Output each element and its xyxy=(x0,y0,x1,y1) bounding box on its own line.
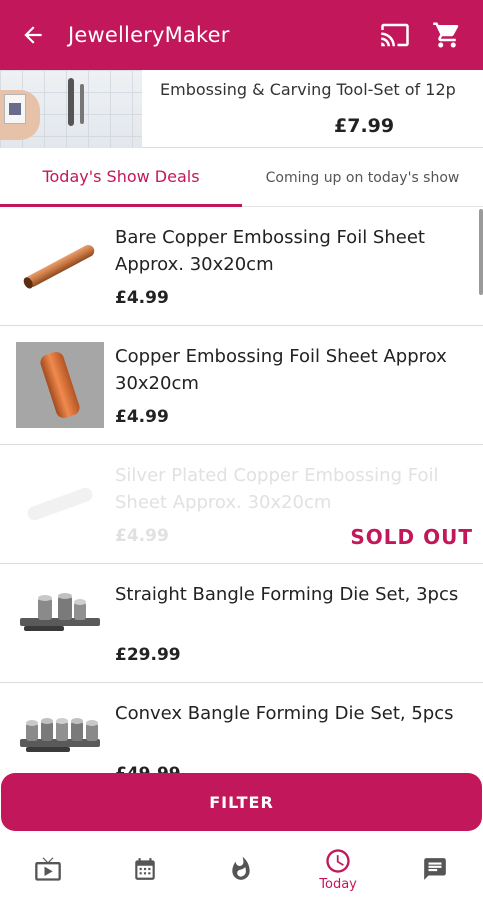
app-bar: JewelleryMaker xyxy=(0,0,483,70)
calendar-icon xyxy=(135,858,155,880)
list-item[interactable]: Straight Bangle Forming Die Set, 3pcs £2… xyxy=(0,564,483,683)
product-image xyxy=(20,718,100,752)
nav-item-today[interactable]: Today xyxy=(290,838,387,900)
flame-icon xyxy=(232,856,251,880)
cast-button[interactable] xyxy=(373,0,417,70)
chat-icon xyxy=(423,858,446,880)
product-image xyxy=(27,487,93,521)
product-name: Silver Plated Copper Embossing Foil Shee… xyxy=(115,465,439,513)
clock-icon xyxy=(326,848,350,873)
filter-button[interactable]: FILTER xyxy=(1,773,482,831)
product-image xyxy=(23,244,95,289)
current-item-price: £7.99 xyxy=(334,115,395,137)
back-button[interactable] xyxy=(8,0,58,70)
list-item[interactable]: Copper Embossing Foil Sheet Approx 30x20… xyxy=(0,326,483,445)
tab-coming-up[interactable]: Coming up on today's show xyxy=(242,149,483,207)
product-name: Copper Embossing Foil Sheet Approx 30x20… xyxy=(115,346,447,394)
nav-label-today: Today xyxy=(319,876,357,892)
bottom-nav: Today xyxy=(0,838,483,900)
product-image xyxy=(20,593,100,631)
nav-item-live-tv[interactable] xyxy=(0,838,97,900)
app-title: JewelleryMaker xyxy=(68,23,230,47)
arrow-back-icon xyxy=(24,26,42,44)
sold-out-badge: SOLD OUT xyxy=(350,525,473,549)
nav-item-hot[interactable] xyxy=(193,838,290,900)
product-price: £4.99 xyxy=(115,288,169,308)
product-list[interactable]: Bare Copper Embossing Foil Sheet Approx.… xyxy=(0,207,483,773)
list-scrollbar[interactable] xyxy=(479,209,483,295)
product-image xyxy=(16,342,104,428)
cast-icon xyxy=(381,23,409,47)
product-name: Bare Copper Embossing Foil Sheet Approx.… xyxy=(115,227,425,275)
tab-todays-show-deals[interactable]: Today's Show Deals xyxy=(0,149,242,207)
product-price: £29.99 xyxy=(115,645,181,665)
current-item-name: Embossing & Carving Tool-Set of 12p xyxy=(160,80,456,99)
current-item-image xyxy=(0,70,142,148)
product-price: £49.99 xyxy=(115,764,181,773)
list-item[interactable]: Silver Plated Copper Embossing Foil Shee… xyxy=(0,445,483,564)
shopping-cart-icon xyxy=(433,22,459,48)
nav-item-schedule[interactable] xyxy=(97,838,194,900)
tab-bar: Today's Show Deals Coming up on today's … xyxy=(0,149,483,207)
product-name: Straight Bangle Forming Die Set, 3pcs xyxy=(115,584,459,605)
cart-button[interactable] xyxy=(425,0,469,70)
current-show-item[interactable]: Embossing & Carving Tool-Set of 12p £7.9… xyxy=(0,70,483,148)
product-name: Convex Bangle Forming Die Set, 5pcs xyxy=(115,703,454,724)
list-item[interactable]: Convex Bangle Forming Die Set, 5pcs £49.… xyxy=(0,683,483,773)
product-price: £4.99 xyxy=(115,526,169,546)
product-price: £4.99 xyxy=(115,407,169,427)
list-item[interactable]: Bare Copper Embossing Foil Sheet Approx.… xyxy=(0,207,483,326)
nav-item-chat[interactable] xyxy=(386,838,483,900)
live-tv-icon xyxy=(35,857,62,881)
